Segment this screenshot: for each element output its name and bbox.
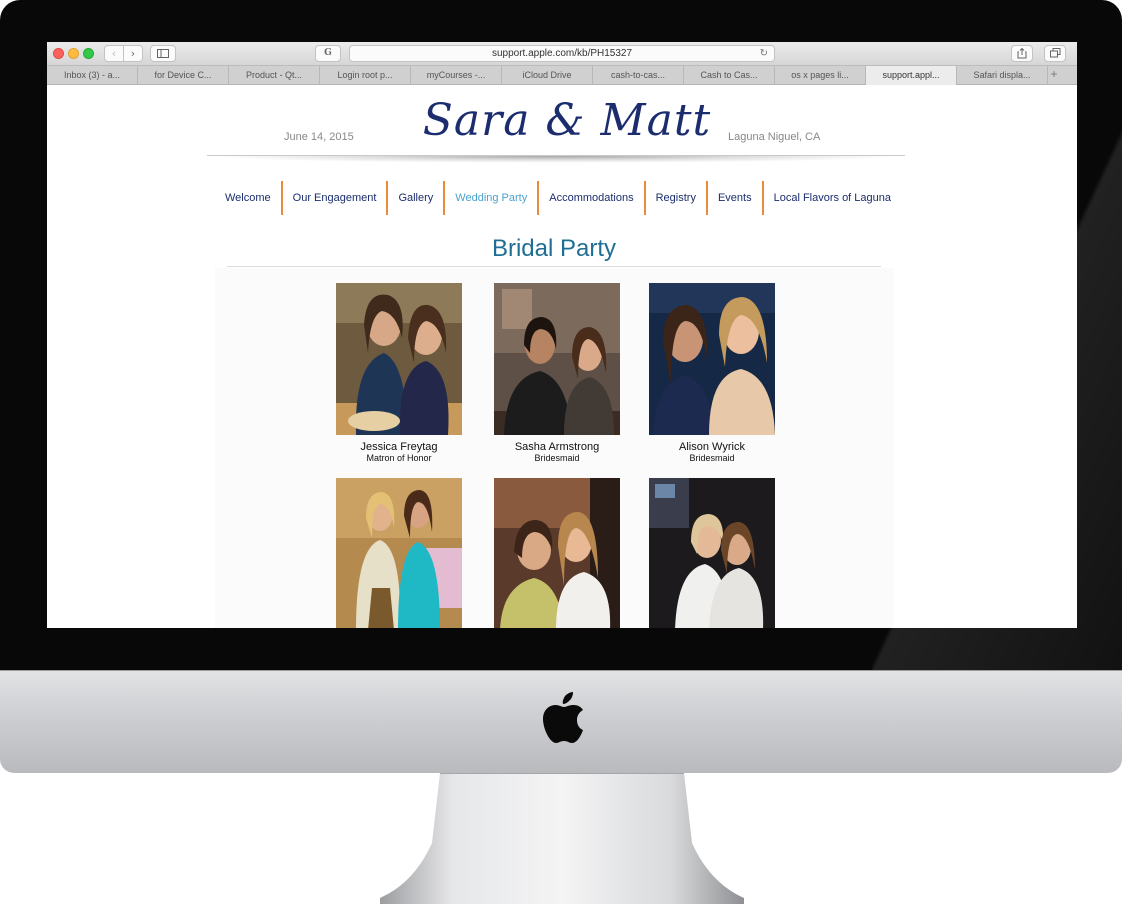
- nav-registry[interactable]: Registry: [646, 181, 708, 215]
- browser-tab[interactable]: Inbox (3) - a...: [47, 66, 138, 85]
- browser-tab[interactable]: myCourses -...: [411, 66, 502, 85]
- browser-tab[interactable]: cash-to-cas...: [593, 66, 684, 85]
- browser-tab[interactable]: for Device C...: [138, 66, 229, 85]
- nav-welcome[interactable]: Welcome: [215, 181, 283, 215]
- screen: ‹ › G support.apple.com/kb/PH15327 ↻ Inb…: [47, 42, 1077, 628]
- sidebar-toggle-button[interactable]: [150, 45, 176, 62]
- bridal-party-member: [649, 478, 775, 628]
- nav-events[interactable]: Events: [708, 181, 764, 215]
- browser-tab[interactable]: Login root p...: [320, 66, 411, 85]
- wedding-location: Laguna Niguel, CA: [728, 131, 821, 143]
- forward-button[interactable]: ›: [123, 45, 143, 62]
- share-button[interactable]: [1011, 45, 1033, 62]
- member-name: Alison Wyrick: [679, 441, 745, 453]
- sidebar-icon: [157, 49, 169, 58]
- member-photo[interactable]: [649, 478, 775, 628]
- member-photo[interactable]: [649, 283, 775, 435]
- member-role: Matron of Honor: [366, 453, 432, 463]
- bridal-party-gallery: Jessica Freytag Matron of Honor Sasha Ar…: [215, 268, 894, 628]
- member-role: Bridesmaid: [534, 453, 580, 463]
- bridal-party-member: [336, 478, 462, 628]
- address-bar[interactable]: support.apple.com/kb/PH15327 ↻: [349, 45, 775, 62]
- heading-divider: [227, 266, 881, 267]
- browser-tab[interactable]: Safari displa...: [957, 66, 1048, 85]
- google-icon: G: [324, 48, 332, 58]
- bridal-party-member: [494, 478, 620, 628]
- member-photo[interactable]: [336, 478, 462, 628]
- member-name: Jessica Freytag: [360, 441, 438, 453]
- browser-tab[interactable]: Product - Qt...: [229, 66, 320, 85]
- minimize-window-button[interactable]: [68, 48, 79, 59]
- browser-tab[interactable]: iCloud Drive: [502, 66, 593, 85]
- nav-local-flavors[interactable]: Local Flavors of Laguna: [764, 181, 901, 215]
- member-photo[interactable]: [494, 478, 620, 628]
- nav-our-engagement[interactable]: Our Engagement: [283, 181, 389, 215]
- site-nav: Welcome Our Engagement Gallery Wedding P…: [215, 181, 901, 215]
- imac-stand: [380, 773, 744, 904]
- site-title[interactable]: Sara & Matt: [407, 95, 727, 146]
- url-text: support.apple.com/kb/PH15327: [491, 48, 633, 59]
- share-icon: [1017, 47, 1027, 59]
- browser-toolbar: ‹ › G support.apple.com/kb/PH15327 ↻: [47, 42, 1077, 66]
- browser-tab[interactable]: Cash to Cas...: [684, 66, 775, 85]
- nav-accommodations[interactable]: Accommodations: [539, 181, 646, 215]
- chevron-left-icon: ‹: [111, 47, 117, 60]
- wedding-date: June 14, 2015: [284, 131, 354, 143]
- new-tab-button[interactable]: +: [1048, 66, 1060, 84]
- member-name: Sasha Armstrong: [514, 441, 600, 453]
- tab-bar: Inbox (3) - a... for Device C... Product…: [47, 66, 1077, 85]
- zoom-window-button[interactable]: [83, 48, 94, 59]
- browser-tab[interactable]: os x pages li...: [775, 66, 866, 85]
- chevron-right-icon: ›: [130, 47, 136, 60]
- nav-gallery[interactable]: Gallery: [388, 181, 446, 215]
- browser-tab-active[interactable]: support.appl...: [866, 66, 957, 85]
- member-photo[interactable]: [494, 283, 620, 435]
- reload-icon[interactable]: ↻: [760, 46, 768, 61]
- bridal-party-member: Alison Wyrick Bridesmaid: [649, 283, 775, 463]
- nav-wedding-party[interactable]: Wedding Party: [445, 181, 540, 215]
- back-button[interactable]: ‹: [104, 45, 124, 62]
- show-all-tabs-button[interactable]: [1044, 45, 1066, 62]
- bridal-party-member: Jessica Freytag Matron of Honor: [336, 283, 462, 463]
- member-photo[interactable]: [336, 283, 462, 435]
- web-page: June 14, 2015 Sara & Matt Laguna Niguel,…: [47, 85, 1077, 628]
- bridal-party-member: Sasha Armstrong Bridesmaid: [494, 283, 620, 463]
- close-window-button[interactable]: [53, 48, 64, 59]
- section-heading: Bridal Party: [491, 235, 617, 262]
- google-search-button[interactable]: G: [315, 45, 341, 62]
- tabs-overview-icon: [1049, 48, 1060, 58]
- header-divider: [207, 155, 905, 163]
- member-role: Bridesmaid: [689, 453, 735, 463]
- apple-logo-icon: [543, 692, 583, 743]
